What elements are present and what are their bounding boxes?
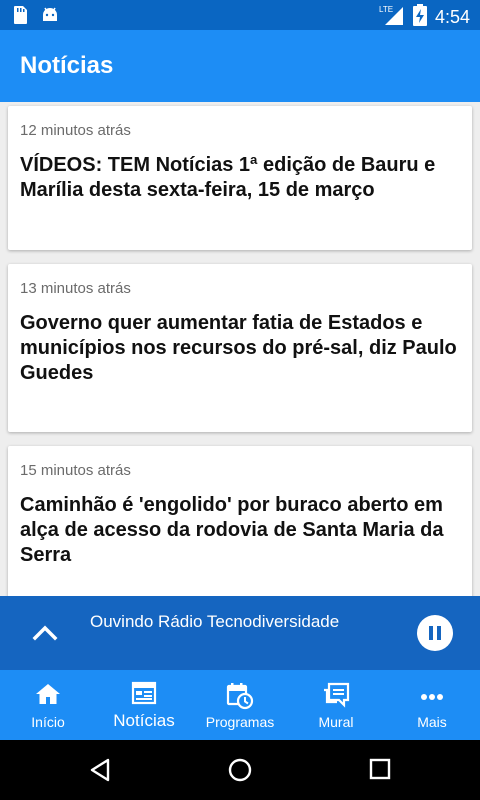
news-icon (131, 680, 157, 711)
pause-icon (437, 626, 441, 640)
battery-charging-icon (412, 4, 427, 31)
pause-icon (429, 626, 433, 640)
back-icon[interactable] (88, 758, 112, 787)
android-icon (40, 5, 60, 30)
nav-label: Programas (205, 714, 275, 730)
news-headline: VÍDEOS: TEM Notícias 1ª edição de Bauru … (20, 154, 436, 201)
calendar-clock-icon (226, 682, 254, 715)
nav-item-mais[interactable]: Mais (384, 670, 480, 740)
news-time: 12 minutos atrás (20, 122, 131, 139)
news-card[interactable]: 12 minutos atrás VÍDEOS: TEM Notícias 1ª… (8, 106, 472, 250)
nav-label: Mural (318, 714, 354, 730)
nav-label: Início (31, 714, 65, 730)
lte-signal-icon: LTE (379, 4, 405, 31)
news-headline: Governo quer aumentar fatia de Estados e… (20, 312, 457, 384)
news-feed[interactable]: 12 minutos atrás VÍDEOS: TEM Notícias 1ª… (0, 102, 480, 597)
app-bar: Notícias (0, 30, 480, 102)
nav-item-noticias[interactable]: Notícias (96, 670, 192, 740)
pause-button[interactable] (417, 615, 453, 651)
status-bar: LTE 4:54 (0, 0, 480, 30)
bottom-navigation: Início Notícias Programas Mural Mais (0, 670, 480, 740)
nav-item-inicio[interactable]: Início (0, 670, 96, 740)
chevron-up-icon[interactable] (30, 618, 60, 648)
home-icon (35, 682, 61, 711)
news-time: 13 minutos atrás (20, 280, 131, 297)
system-navigation-bar (0, 740, 480, 800)
news-time: 15 minutos atrás (20, 462, 131, 479)
recents-icon[interactable] (369, 758, 391, 785)
chat-icon (322, 682, 350, 715)
now-playing-label: Ouvindo Rádio Tecnodiversidade (90, 612, 340, 631)
sd-card-icon (12, 5, 28, 30)
more-icon (420, 688, 444, 706)
nav-label: Mais (417, 714, 447, 730)
home-circle-icon[interactable] (228, 758, 252, 787)
nav-label: Notícias (113, 711, 175, 730)
nav-item-mural[interactable]: Mural (288, 670, 384, 740)
news-card[interactable]: 15 minutos atrás Caminhão é 'engolido' p… (8, 446, 472, 597)
network-label: LTE (379, 5, 393, 14)
news-headline: Caminhão é 'engolido' por buraco aberto … (20, 494, 444, 566)
clock: 4:54 (434, 7, 470, 27)
nav-item-programas[interactable]: Programas (192, 670, 288, 740)
radio-player-bar[interactable]: Ouvindo Rádio Tecnodiversidade (0, 596, 480, 670)
page-title: Notícias (20, 52, 114, 79)
news-card[interactable]: 13 minutos atrás Governo quer aumentar f… (8, 264, 472, 432)
